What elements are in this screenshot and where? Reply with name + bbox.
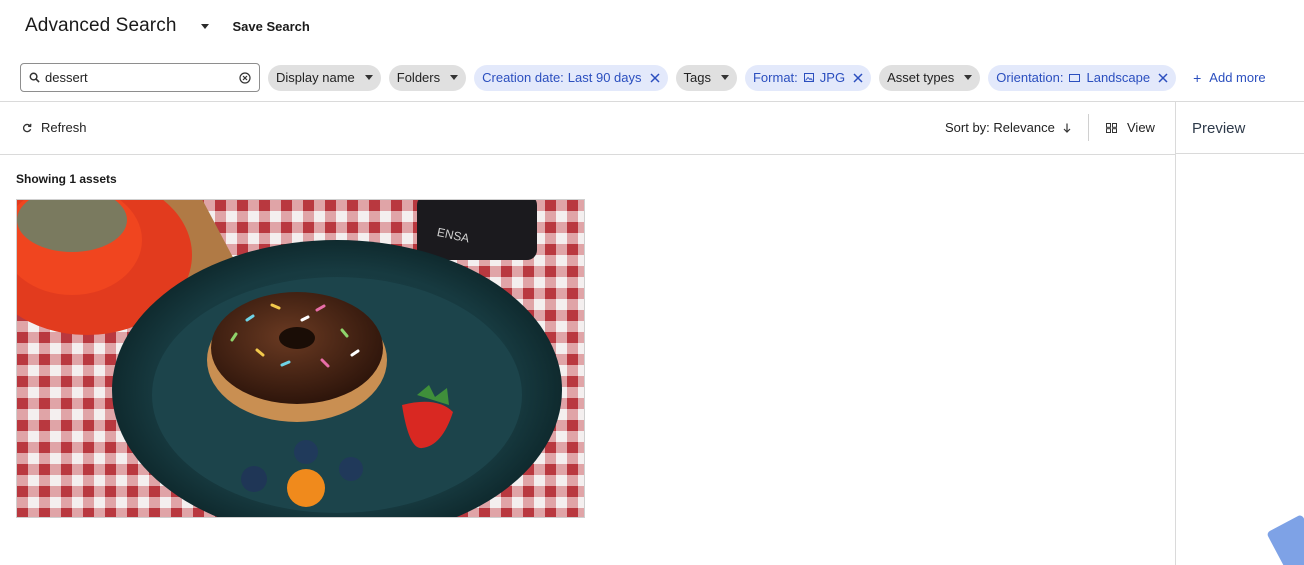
sort-button[interactable]: Sort by: Relevance bbox=[945, 120, 1071, 135]
chevron-down-icon bbox=[450, 75, 459, 80]
filter-asset-types[interactable]: Asset types bbox=[879, 64, 981, 91]
grid-view-icon bbox=[1106, 122, 1117, 133]
filter-label: Display name bbox=[276, 70, 355, 85]
remove-filter-icon[interactable] bbox=[853, 72, 863, 83]
refresh-button[interactable]: Refresh bbox=[22, 120, 87, 135]
title-dropdown-caret-icon[interactable] bbox=[200, 23, 209, 29]
asset-image: ENSA bbox=[17, 200, 584, 517]
search-input[interactable] bbox=[45, 70, 230, 85]
image-icon bbox=[803, 73, 814, 82]
filter-value: Last 90 days bbox=[567, 70, 642, 85]
filter-orientation[interactable]: Orientation: Landscape bbox=[988, 64, 1177, 91]
preview-title: Preview bbox=[1192, 120, 1246, 137]
remove-filter-icon[interactable] bbox=[649, 72, 660, 83]
results-toolbar: Refresh Sort by: Relevance View bbox=[0, 102, 1175, 154]
preview-panel: Preview bbox=[1175, 102, 1304, 565]
chevron-down-icon bbox=[364, 75, 373, 80]
sort-label: Sort by: Relevance bbox=[945, 120, 1055, 135]
filter-value: Landscape bbox=[1086, 70, 1151, 85]
remove-filter-icon[interactable] bbox=[1158, 72, 1168, 83]
add-more-filters-button[interactable]: + Add more bbox=[1193, 70, 1266, 85]
chevron-down-icon bbox=[720, 75, 729, 80]
view-button[interactable]: View bbox=[1106, 120, 1155, 135]
results-count: Showing 1 assets bbox=[16, 172, 117, 186]
divider bbox=[0, 154, 1175, 155]
page-title: Advanced Search bbox=[25, 15, 177, 36]
filter-creation-date[interactable]: Creation date: Last 90 days bbox=[474, 64, 668, 91]
save-search-button[interactable]: Save Search bbox=[233, 19, 310, 34]
filter-tags[interactable]: Tags bbox=[675, 64, 737, 91]
search-icon bbox=[29, 72, 40, 83]
chevron-down-icon bbox=[964, 75, 973, 80]
toolbar-divider bbox=[1088, 114, 1089, 141]
filter-bar: Display name Folders Creation date: Last… bbox=[20, 63, 1266, 92]
filter-label: Asset types bbox=[887, 70, 955, 85]
asset-thumbnail[interactable]: ENSA bbox=[16, 199, 585, 518]
add-more-label: Add more bbox=[1209, 70, 1266, 85]
divider bbox=[1176, 153, 1304, 154]
search-box[interactable] bbox=[20, 63, 260, 92]
arrow-down-icon bbox=[1063, 123, 1071, 133]
filter-label: Tags bbox=[683, 70, 711, 85]
refresh-label: Refresh bbox=[41, 120, 87, 135]
refresh-icon bbox=[22, 123, 32, 132]
clear-search-icon[interactable] bbox=[239, 71, 251, 84]
filter-format[interactable]: Format: JPG bbox=[744, 64, 872, 91]
filter-display-name[interactable]: Display name bbox=[268, 64, 381, 91]
header: Advanced Search Save Search bbox=[25, 14, 310, 38]
plus-icon: + bbox=[1193, 69, 1202, 86]
landscape-rectangle-icon bbox=[1069, 73, 1081, 82]
filter-folders[interactable]: Folders bbox=[388, 64, 467, 91]
filter-label: Orientation: bbox=[996, 70, 1064, 85]
filter-value: JPG bbox=[819, 70, 846, 85]
filter-label: Folders bbox=[396, 70, 441, 85]
view-label: View bbox=[1127, 120, 1155, 135]
filter-label: Format: bbox=[752, 70, 798, 85]
filter-label: Creation date: bbox=[482, 70, 564, 85]
